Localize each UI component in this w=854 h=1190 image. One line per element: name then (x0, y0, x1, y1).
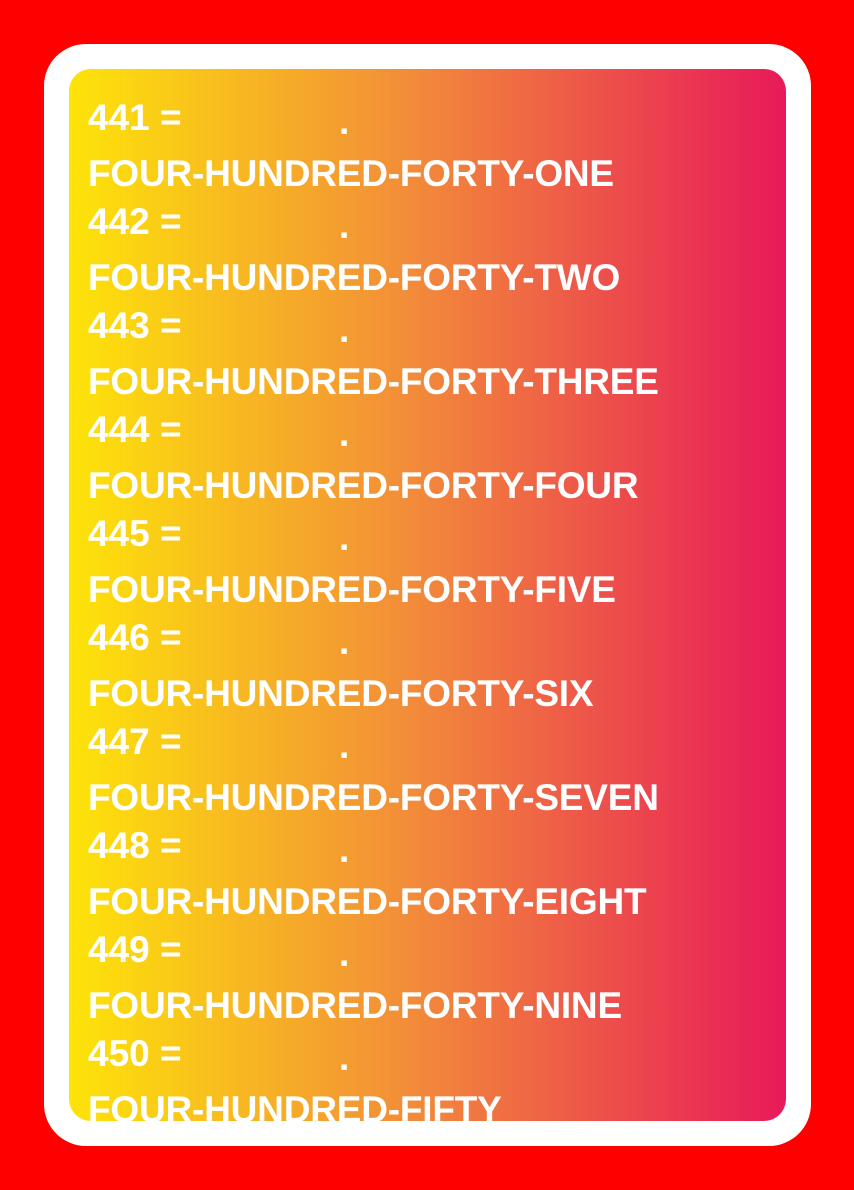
list-item: 447 = . FOUR-HUNDRED-FORTY-SEVEN (88, 720, 786, 824)
number-words: FOUR-HUNDRED-FORTY-FIVE (88, 569, 616, 610)
number-label: 448 = (88, 825, 182, 866)
list-item: 441 = . FOUR-HUNDRED-FORTY-ONE (88, 96, 786, 200)
list-item: 450 = . FOUR-HUNDRED-FIFTY (88, 1032, 786, 1121)
number-label: 449 = (88, 929, 182, 970)
list-item: 443 = . FOUR-HUNDRED-FORTY-THREE (88, 304, 786, 408)
number-words: FOUR-HUNDRED-FORTY-TWO (88, 257, 621, 298)
number-words: FOUR-HUNDRED-FORTY-SEVEN (88, 777, 659, 818)
separator-dot: . (339, 309, 350, 350)
number-word-list: 441 = . FOUR-HUNDRED-FORTY-ONE 442 = . F… (88, 96, 786, 1121)
separator-dot: . (339, 205, 350, 246)
list-item: 442 = . FOUR-HUNDRED-FORTY-TWO (88, 200, 786, 304)
number-label: 450 = (88, 1033, 182, 1074)
number-label: 443 = (88, 305, 182, 346)
separator-dot: . (339, 933, 350, 974)
separator-dot: . (339, 101, 350, 142)
number-words: FOUR-HUNDRED-FORTY-ONE (88, 153, 614, 194)
number-label: 442 = (88, 201, 182, 242)
list-item: 448 = . FOUR-HUNDRED-FORTY-EIGHT (88, 824, 786, 928)
separator-dot: . (339, 1037, 350, 1078)
number-words: FOUR-HUNDRED-FORTY-FOUR (88, 465, 639, 506)
separator-dot: . (339, 413, 350, 454)
number-label: 447 = (88, 721, 182, 762)
number-words: FOUR-HUNDRED-FORTY-NINE (88, 985, 622, 1026)
number-words: FOUR-HUNDRED-FORTY-THREE (88, 361, 659, 402)
number-words: FOUR-HUNDRED-FORTY-SIX (88, 673, 594, 714)
number-words: FOUR-HUNDRED-FORTY-EIGHT (88, 881, 647, 922)
number-label: 441 = (88, 97, 182, 138)
gradient-card: 441 = . FOUR-HUNDRED-FORTY-ONE 442 = . F… (69, 69, 786, 1121)
number-words: FOUR-HUNDRED-FIFTY (88, 1089, 502, 1121)
separator-dot: . (339, 517, 350, 558)
list-item: 449 = . FOUR-HUNDRED-FORTY-NINE (88, 928, 786, 1032)
card-frame: 441 = . FOUR-HUNDRED-FORTY-ONE 442 = . F… (44, 44, 811, 1146)
list-item: 445 = . FOUR-HUNDRED-FORTY-FIVE (88, 512, 786, 616)
page: { "colors": { "background": "#ff0000", "… (0, 0, 854, 1190)
list-item: 444 = . FOUR-HUNDRED-FORTY-FOUR (88, 408, 786, 512)
separator-dot: . (339, 725, 350, 766)
number-label: 445 = (88, 513, 182, 554)
list-item: 446 = . FOUR-HUNDRED-FORTY-SIX (88, 616, 786, 720)
separator-dot: . (339, 621, 350, 662)
number-label: 444 = (88, 409, 182, 450)
separator-dot: . (339, 829, 350, 870)
number-label: 446 = (88, 617, 182, 658)
